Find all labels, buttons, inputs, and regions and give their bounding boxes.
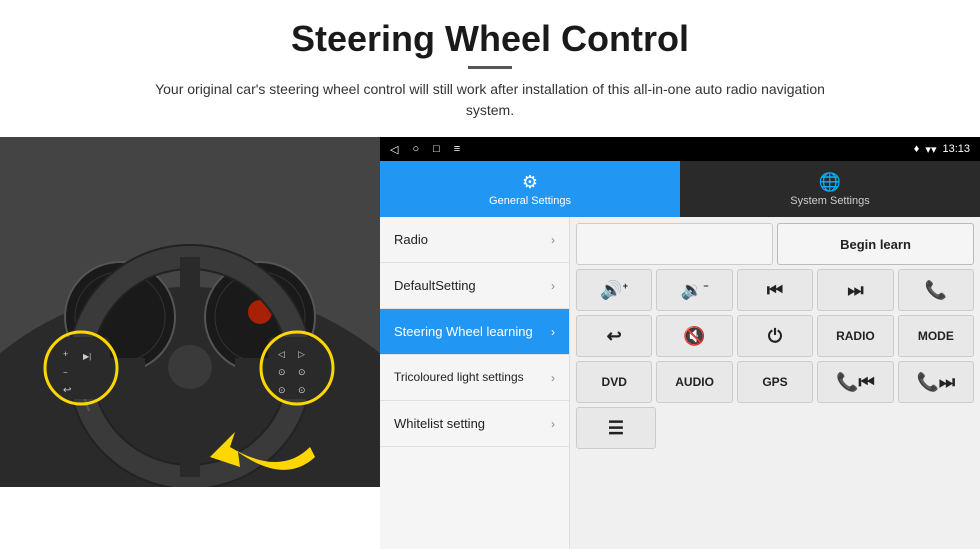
tab-general-settings[interactable]: ⚙ General Settings bbox=[380, 161, 680, 217]
chevron-icon: › bbox=[551, 417, 555, 431]
volume-up-button[interactable]: 🔊+ bbox=[576, 269, 652, 311]
time-display: 13:13 bbox=[942, 143, 970, 155]
home-nav-icon[interactable]: ○ bbox=[412, 143, 419, 155]
tab-bar: ⚙ General Settings 🌐 System Settings bbox=[380, 161, 980, 217]
mute-icon: 🔇 bbox=[683, 326, 705, 347]
status-bar-left: ◁ ○ □ ≡ bbox=[390, 143, 460, 156]
signal-icon: ▾▾ bbox=[925, 143, 936, 156]
phone-prev-icon: 📞⏮ bbox=[836, 372, 875, 393]
steering-wheel-image: + − ▶| ↩ ◁ ▷ ⊙ ⊙ ⊙ ⊙ bbox=[0, 137, 380, 487]
power-button[interactable]: ⏻ bbox=[737, 315, 813, 357]
phone-next-icon: 📞⏭ bbox=[917, 372, 956, 393]
recents-nav-icon[interactable]: □ bbox=[433, 143, 440, 155]
header-section: Steering Wheel Control Your original car… bbox=[0, 0, 980, 129]
prev-track-icon: ⏮ bbox=[767, 280, 783, 301]
svg-text:+: + bbox=[63, 349, 68, 359]
tab-system-settings[interactable]: 🌐 System Settings bbox=[680, 161, 980, 217]
phone-prev-button[interactable]: 📞⏮ bbox=[817, 361, 893, 403]
system-settings-icon: 🌐 bbox=[819, 172, 841, 193]
menu-item-steering-wheel-learning[interactable]: Steering Wheel learning › bbox=[380, 309, 569, 355]
back-call-button[interactable]: ↩ bbox=[576, 315, 652, 357]
volume-up-icon: 🔊+ bbox=[600, 280, 628, 301]
title-divider bbox=[468, 66, 512, 69]
svg-text:⊙: ⊙ bbox=[298, 367, 306, 377]
svg-text:⊙: ⊙ bbox=[278, 367, 286, 377]
controls-row-2: 🔊+ 🔉− ⏮ ⏭ 📞 bbox=[576, 269, 974, 311]
location-icon: ♦ bbox=[914, 143, 920, 155]
tab-general-label: General Settings bbox=[489, 195, 571, 207]
prev-track-button[interactable]: ⏮ bbox=[737, 269, 813, 311]
controls-area: Begin learn 🔊+ 🔉− ⏮ bbox=[570, 217, 980, 549]
mode-button[interactable]: MODE bbox=[898, 315, 974, 357]
menu-item-tricoloured-light[interactable]: Tricoloured light settings › bbox=[380, 355, 569, 401]
status-bar-right: ♦ ▾▾ 13:13 bbox=[914, 143, 970, 156]
status-bar: ◁ ○ □ ≡ ♦ ▾▾ 13:13 bbox=[380, 137, 980, 161]
svg-text:↩: ↩ bbox=[63, 385, 71, 396]
svg-text:▷: ▷ bbox=[298, 349, 305, 359]
back-nav-icon[interactable]: ◁ bbox=[390, 143, 398, 156]
playlist-button[interactable]: ☰ bbox=[576, 407, 656, 449]
phone-button[interactable]: 📞 bbox=[898, 269, 974, 311]
page-title: Steering Wheel Control bbox=[40, 18, 940, 60]
dvd-button[interactable]: DVD bbox=[576, 361, 652, 403]
audio-button[interactable]: AUDIO bbox=[656, 361, 732, 403]
phone-next-button[interactable]: 📞⏭ bbox=[898, 361, 974, 403]
next-track-button[interactable]: ⏭ bbox=[817, 269, 893, 311]
empty-slot-btn bbox=[576, 223, 773, 265]
subtitle: Your original car's steering wheel contr… bbox=[140, 79, 840, 121]
power-icon: ⏻ bbox=[768, 326, 782, 347]
menu-item-radio[interactable]: Radio › bbox=[380, 217, 569, 263]
begin-learn-button[interactable]: Begin learn bbox=[777, 223, 974, 265]
chevron-icon: › bbox=[551, 233, 555, 247]
controls-row-4: DVD AUDIO GPS 📞⏮ 📞⏭ bbox=[576, 361, 974, 403]
volume-down-icon: 🔉− bbox=[681, 280, 709, 301]
menu-list: Radio › DefaultSetting › Steering Wheel … bbox=[380, 217, 570, 549]
chevron-icon: › bbox=[551, 279, 555, 293]
svg-text:⊙: ⊙ bbox=[298, 385, 306, 395]
volume-down-button[interactable]: 🔉− bbox=[656, 269, 732, 311]
controls-row-5: ☰ bbox=[576, 407, 974, 449]
android-panel: ◁ ○ □ ≡ ♦ ▾▾ 13:13 ⚙ General Settings bbox=[380, 137, 980, 549]
menu-nav-icon[interactable]: ≡ bbox=[454, 143, 460, 155]
chevron-icon: › bbox=[551, 325, 555, 339]
controls-row-1: Begin learn bbox=[576, 223, 974, 265]
svg-text:−: − bbox=[63, 368, 68, 377]
menu-item-whitelist[interactable]: Whitelist setting › bbox=[380, 401, 569, 447]
page-container: Steering Wheel Control Your original car… bbox=[0, 0, 980, 549]
radio-button[interactable]: RADIO bbox=[817, 315, 893, 357]
menu-item-default-setting[interactable]: DefaultSetting › bbox=[380, 263, 569, 309]
main-split: Radio › DefaultSetting › Steering Wheel … bbox=[380, 217, 980, 549]
svg-text:▶|: ▶| bbox=[83, 352, 91, 361]
tab-system-label: System Settings bbox=[790, 195, 869, 207]
controls-row-3: ↩ 🔇 ⏻ RADIO MODE bbox=[576, 315, 974, 357]
svg-text:◁: ◁ bbox=[278, 349, 285, 359]
content-area: + − ▶| ↩ ◁ ▷ ⊙ ⊙ ⊙ ⊙ bbox=[0, 137, 980, 549]
phone-icon: 📞 bbox=[925, 280, 947, 301]
gps-button[interactable]: GPS bbox=[737, 361, 813, 403]
mute-button[interactable]: 🔇 bbox=[656, 315, 732, 357]
playlist-icon: ☰ bbox=[608, 418, 624, 439]
general-settings-icon: ⚙ bbox=[522, 172, 538, 193]
back-call-icon: ↩ bbox=[607, 326, 622, 347]
svg-text:⊙: ⊙ bbox=[278, 385, 286, 395]
chevron-icon: › bbox=[551, 371, 555, 385]
next-track-icon: ⏭ bbox=[847, 280, 863, 301]
